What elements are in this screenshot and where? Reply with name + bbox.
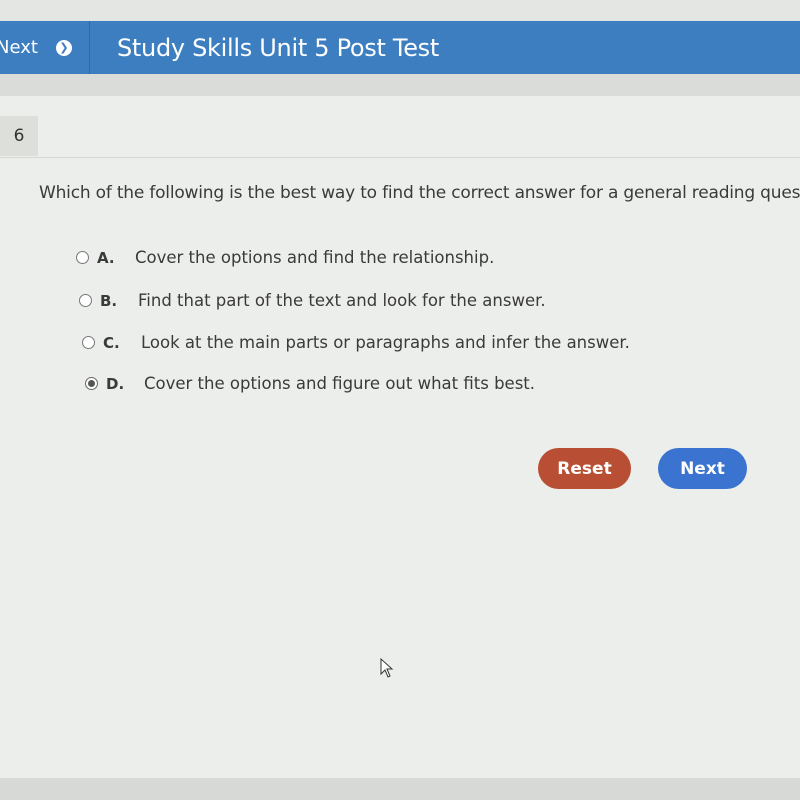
arrow-right-circle-icon: ❯ xyxy=(55,39,72,56)
radio-button[interactable] xyxy=(82,336,95,349)
header-next-link[interactable]: Next ❯ xyxy=(0,21,90,74)
radio-button[interactable] xyxy=(79,294,92,307)
option-text: Cover the options and figure out what fi… xyxy=(144,374,536,393)
reset-button[interactable]: Reset xyxy=(538,448,631,489)
header-next-label: Next xyxy=(0,37,38,58)
option-c[interactable]: C. Look at the main parts or paragraphs … xyxy=(82,333,630,352)
page-title: Study Skills Unit 5 Post Test xyxy=(117,33,439,62)
next-button[interactable]: Next xyxy=(658,448,747,489)
option-letter: B. xyxy=(100,291,118,310)
radio-button-selected[interactable] xyxy=(85,377,98,390)
option-letter: C. xyxy=(103,333,120,352)
question-text: Which of the following is the best way t… xyxy=(39,183,800,203)
option-text: Find that part of the text and look for … xyxy=(138,291,546,310)
radio-button[interactable] xyxy=(76,251,89,264)
header-spacer xyxy=(0,74,800,96)
divider xyxy=(0,157,800,158)
question-panel: 6 Which of the following is the best way… xyxy=(0,96,800,778)
option-d[interactable]: D. Cover the options and figure out what… xyxy=(85,374,535,393)
option-letter: A. xyxy=(97,248,115,267)
browser-top-strip xyxy=(0,0,800,20)
option-letter: D. xyxy=(106,374,125,393)
option-text: Cover the options and find the relations… xyxy=(135,248,495,267)
option-b[interactable]: B. Find that part of the text and look f… xyxy=(79,291,546,310)
header-bar: Next ❯ Study Skills Unit 5 Post Test xyxy=(0,21,800,74)
option-a[interactable]: A. Cover the options and find the relati… xyxy=(76,248,494,267)
bottom-strip xyxy=(0,778,800,800)
question-number: 6 xyxy=(0,116,38,156)
mouse-cursor-icon xyxy=(380,658,394,678)
option-text: Look at the main parts or paragraphs and… xyxy=(141,333,630,352)
